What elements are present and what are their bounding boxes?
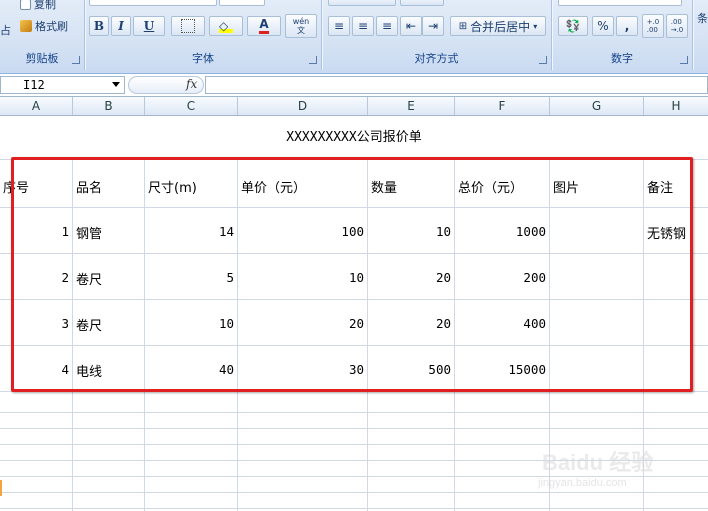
font-group-label: 字体 [192,52,214,65]
fill-color-button[interactable]: ◇ [209,16,243,36]
align-right-button[interactable]: ≡ [376,16,398,36]
indent-top-row[interactable] [400,0,444,6]
alignment-group: ≡ ≡ ≡ ⇤ ⇥ ⊞ 合并后居中 ▾ 对齐方式 [322,0,552,70]
format-painter-label: 格式刷 [35,20,68,33]
border-icon [181,19,195,33]
decrease-indent-button[interactable]: ⇤ [400,16,422,36]
gridline [0,412,708,413]
font-size-select[interactable] [219,0,265,6]
clipboard-group: 占 复制 格式刷 剪贴板 [0,0,85,70]
name-box-chevron-down-icon[interactable] [112,82,120,87]
column-header-f[interactable]: F [455,97,550,115]
border-button[interactable] [171,16,205,36]
number-group-label: 数字 [611,52,633,65]
name-box[interactable]: I12 [0,76,125,94]
font-color-button[interactable]: A [247,16,281,36]
paste-button[interactable]: 占 [0,22,11,38]
font-color-icon: A [259,18,269,34]
column-header-e[interactable]: E [368,97,455,115]
align-left-icon: ≡ [333,19,345,33]
align-left-button[interactable]: ≡ [328,16,350,36]
bold-button[interactable]: B [89,16,109,36]
align-top-row[interactable] [328,0,396,6]
styles-group: 条 [693,0,708,70]
italic-button[interactable]: I [111,16,131,36]
alignment-launcher-icon[interactable] [539,56,547,64]
alignment-group-label: 对齐方式 [414,52,459,65]
chevron-down-icon: ▾ [533,21,538,31]
font-name-select[interactable] [89,0,217,6]
merge-center-icon: ⊞ [458,20,468,32]
font-group: B I U ◇ A wén 文 字体 [85,0,322,70]
formula-input[interactable] [205,76,708,94]
sheet-title[interactable]: XXXXXXXXX公司报价单 [0,116,708,158]
copy-icon [20,0,31,10]
paste-label: 占 [0,24,11,37]
copy-label: 复制 [34,0,56,11]
gridline [0,508,708,509]
align-center-button[interactable]: ≡ [352,16,374,36]
decrease-decimal-button[interactable]: .00 →.0 [666,14,688,38]
number-group: 💱 % , +.0 .00 .00 →.0 数字 [552,0,693,70]
number-launcher-icon[interactable] [680,56,688,64]
format-painter-button[interactable]: 格式刷 [20,18,68,34]
column-header-g[interactable]: G [550,97,644,115]
increase-decimal-button[interactable]: +.0 .00 [642,14,664,38]
clipboard-launcher-icon[interactable] [72,56,80,64]
format-painter-icon [20,20,32,32]
column-header-a[interactable]: A [0,97,73,115]
gridline [0,428,708,429]
formula-bar: I12 fx [0,74,708,97]
comma-button[interactable]: , [616,16,638,36]
merge-center-button[interactable]: ⊞ 合并后居中 ▾ [450,16,546,36]
row-marker [0,480,2,496]
align-center-icon: ≡ [357,19,369,33]
fx-icon[interactable]: fx [186,77,197,91]
ribbon: 占 复制 格式刷 剪贴板 B I U ◇ A wén 文 字体 ≡ ≡ ≡ ⇤ … [0,0,708,74]
percent-button[interactable]: % [592,16,614,36]
increase-indent-icon: ⇥ [427,19,439,33]
highlight-box [11,157,693,392]
copy-button[interactable]: 复制 [20,0,56,12]
phonetic-guide-button[interactable]: wén 文 [285,14,317,38]
styles-fragment-label: 条 [697,12,708,25]
conditional-format-button[interactable]: 条 [697,10,708,26]
column-header-row: A B C D E F G H [0,97,708,116]
column-header-c[interactable]: C [145,97,238,115]
number-format-select[interactable] [558,0,682,6]
currency-button[interactable]: 💱 [558,16,588,36]
column-header-h[interactable]: H [644,97,708,115]
font-launcher-icon[interactable] [309,56,317,64]
watermark-url: jingyan.baidu.com [538,477,627,489]
align-right-icon: ≡ [381,19,393,33]
decrease-indent-icon: ⇤ [405,19,417,33]
underline-button[interactable]: U [133,16,165,36]
increase-indent-button[interactable]: ⇥ [422,16,444,36]
watermark-text: Baidu 经验 [542,450,654,475]
column-header-b[interactable]: B [73,97,145,115]
fill-color-icon: ◇ [219,19,233,33]
column-header-d[interactable]: D [238,97,368,115]
watermark-logo: Baidu 经验 jingyan.baidu.com [536,445,696,495]
merge-center-label: 合并后居中 [470,19,531,34]
currency-icon: 💱 [565,19,581,33]
